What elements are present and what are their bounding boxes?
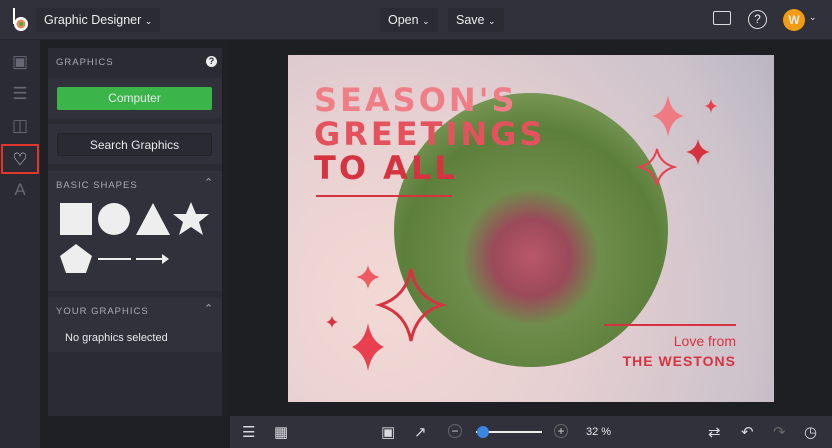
chevron-down-icon: ⌄ xyxy=(487,16,496,26)
circle-shape[interactable] xyxy=(98,203,130,235)
chevron-up-icon[interactable]: ⌃ xyxy=(204,302,213,315)
sparkle-outline-icon xyxy=(374,268,448,342)
your-graphics-label: YOUR GRAPHICS xyxy=(56,306,149,317)
open-button[interactable]: Open ⌄ xyxy=(380,8,438,32)
panel-title: GRAPHICS xyxy=(56,57,114,68)
history-icon[interactable]: ◷ xyxy=(804,423,817,441)
zoom-out-button[interactable]: − xyxy=(448,424,462,438)
canvas-area: SEASON'S GREETINGS TO ALL Love from THE … xyxy=(230,40,832,416)
basic-shapes-section: BASIC SHAPES ⌃ xyxy=(48,171,222,291)
redo-icon[interactable]: ↷ xyxy=(773,423,786,441)
help-icon[interactable]: ? xyxy=(748,10,767,29)
image-icon[interactable]: ▣ xyxy=(8,50,32,74)
search-graphics-button[interactable]: Search Graphics xyxy=(57,133,212,156)
sparkle-icon xyxy=(705,99,717,113)
feedback-icon[interactable] xyxy=(713,11,731,25)
save-label: Save xyxy=(456,13,485,27)
graphics-panel: GRAPHICS ? Computer Search Graphics BASI… xyxy=(48,48,222,416)
chevron-up-icon[interactable]: ⌃ xyxy=(204,176,213,189)
app-menu-dropdown[interactable]: Graphic Designer ⌄ xyxy=(36,8,161,32)
save-button[interactable]: Save ⌄ xyxy=(448,8,504,32)
zoom-slider-handle[interactable] xyxy=(476,426,489,438)
sparkle-icon xyxy=(686,139,710,165)
top-bar: Graphic Designer ⌄ Open ⌄ Save ⌄ ? W ⌄ xyxy=(0,0,832,40)
sliders-icon[interactable]: ☰ xyxy=(8,82,32,106)
fit-screen-icon[interactable]: ▣ xyxy=(381,423,395,441)
layers-icon[interactable]: ☰ xyxy=(242,423,255,441)
chevron-down-icon: ⌄ xyxy=(144,16,153,26)
sparkle-outline-icon xyxy=(636,148,678,186)
layout-icon[interactable]: ▦ xyxy=(274,423,288,441)
greeting-card-canvas[interactable]: SEASON'S GREETINGS TO ALL Love from THE … xyxy=(288,55,774,402)
no-graphics-text: No graphics selected xyxy=(65,332,168,344)
undo-icon[interactable]: ↶ xyxy=(741,423,754,441)
sparkle-icon xyxy=(652,95,684,137)
swap-icon[interactable]: ⇄ xyxy=(708,423,721,441)
square-shape[interactable] xyxy=(60,203,92,235)
arrow-shape[interactable] xyxy=(136,254,169,264)
triangle-shape[interactable] xyxy=(136,203,170,235)
sparkle-icon xyxy=(326,316,338,328)
sparkle-icon xyxy=(356,265,380,289)
bottom-toolbar: ☰ ▦ ▣ ↗ − + 32 % ⇄ ↶ ↷ ◷ xyxy=(230,416,832,448)
frames-icon[interactable]: ◫ xyxy=(8,114,32,138)
help-icon[interactable]: ? xyxy=(206,56,217,67)
star-shape[interactable] xyxy=(173,202,209,235)
graphics-heart-icon[interactable]: ♡ xyxy=(1,144,39,174)
open-label: Open xyxy=(388,13,419,27)
actual-size-icon[interactable]: ↗ xyxy=(414,423,427,441)
zoom-in-button[interactable]: + xyxy=(554,424,568,438)
befunky-logo[interactable] xyxy=(10,8,30,32)
sparkle-icon xyxy=(352,323,384,371)
zoom-percent: 32 % xyxy=(586,426,612,438)
pentagon-shape[interactable] xyxy=(60,244,92,273)
zoom-slider[interactable] xyxy=(476,426,542,438)
tool-rail: ▣ ☰ ◫ ♡ A xyxy=(0,40,40,448)
line-shape[interactable] xyxy=(98,258,131,260)
text-icon[interactable]: A xyxy=(8,178,32,202)
your-graphics-section: YOUR GRAPHICS ⌃ No graphics selected xyxy=(48,298,222,352)
chevron-down-icon[interactable]: ⌄ xyxy=(809,12,817,23)
avatar[interactable]: W xyxy=(783,9,805,31)
app-menu-label: Graphic Designer xyxy=(44,13,142,27)
basic-shapes-label: BASIC SHAPES xyxy=(56,180,138,191)
computer-button[interactable]: Computer xyxy=(57,87,212,110)
chevron-down-icon: ⌄ xyxy=(422,16,430,26)
